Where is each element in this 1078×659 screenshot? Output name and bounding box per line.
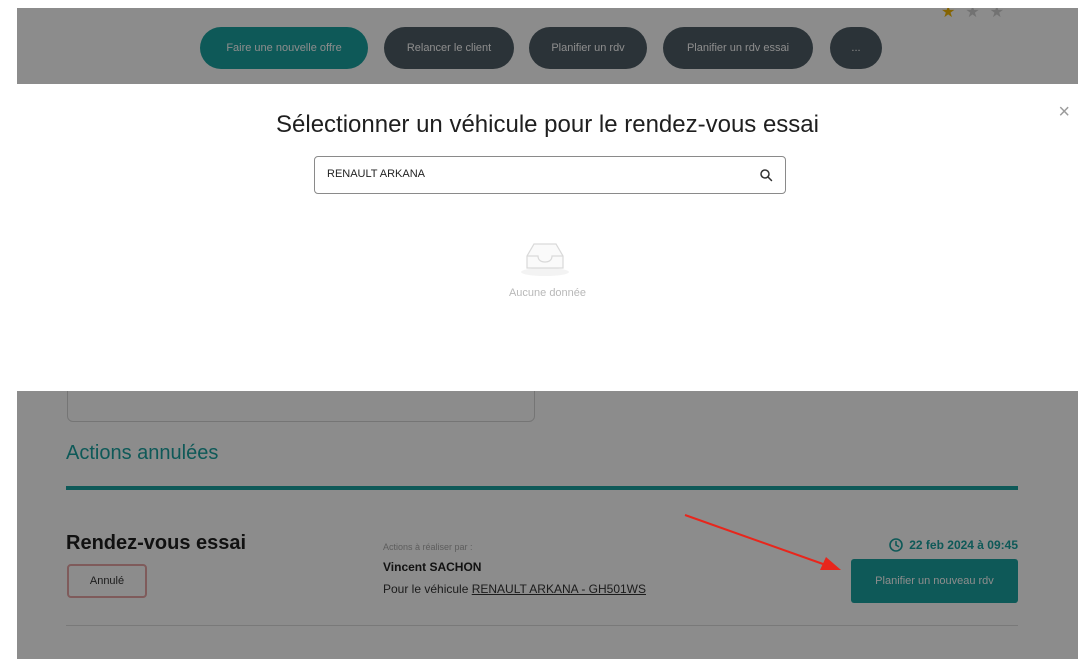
modal-title: Sélectionner un véhicule pour le rendez-… (276, 111, 819, 138)
empty-inbox-icon (521, 243, 569, 276)
search-input[interactable] (315, 157, 757, 191)
vehicle-select-modal: Sélectionner un véhicule pour le rendez-… (17, 84, 1078, 391)
empty-state-text: Aucune donnée (508, 287, 587, 299)
search-icon[interactable] (759, 168, 773, 182)
app-window: ★★★ Faire une nouvelle offre Relancer le… (17, 8, 1078, 659)
vehicle-search (314, 156, 786, 194)
close-icon[interactable]: × (1058, 102, 1070, 122)
